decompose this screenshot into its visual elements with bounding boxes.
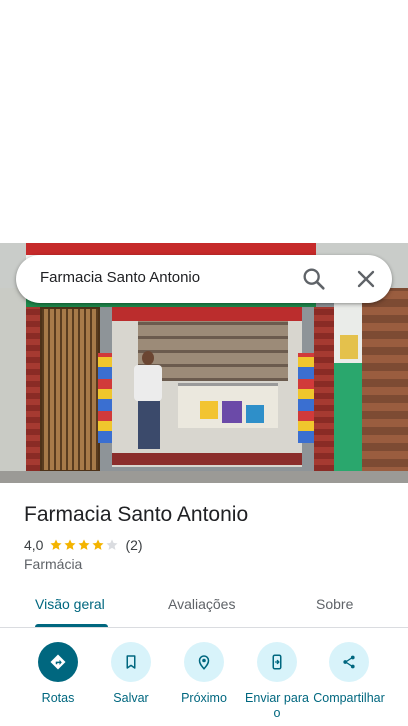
nearby-icon — [184, 642, 224, 682]
search-bar[interactable]: Farmacia Santo Antonio — [16, 255, 392, 303]
share-label: Compartilhar — [313, 691, 385, 705]
share-button[interactable]: Compartilhar — [309, 642, 389, 706]
directions-icon — [38, 642, 78, 682]
bookmark-icon — [111, 642, 151, 682]
place-title: Farmacia Santo Antonio — [24, 503, 249, 526]
nearby-label: Próximo — [181, 691, 227, 705]
search-icon[interactable] — [300, 265, 328, 293]
save-label: Salvar — [113, 691, 149, 705]
search-input[interactable]: Farmacia Santo Antonio — [40, 269, 200, 286]
save-button[interactable]: Salvar — [91, 642, 171, 706]
star-filled-icon — [78, 539, 91, 550]
directions-label: Rotas — [41, 691, 75, 705]
review-count: (2) — [125, 537, 143, 553]
rating-value: 4,0 — [24, 537, 44, 553]
tab-overview[interactable]: Visão geral — [35, 596, 105, 612]
metal-gate — [40, 307, 100, 472]
close-icon[interactable] — [352, 265, 380, 293]
share-icon — [329, 642, 369, 682]
nearby-button[interactable]: Próximo — [164, 642, 244, 706]
send-to-phone-button[interactable]: Enviar para o — [237, 642, 317, 721]
directions-button[interactable]: Rotas — [18, 642, 98, 706]
action-bar: Rotas Salvar Próximo Enviar para o Compa… — [0, 640, 408, 726]
star-empty-icon — [106, 539, 119, 550]
map-blank-area — [0, 0, 408, 243]
send-to-phone-icon — [257, 642, 297, 682]
send-to-phone-label: Enviar para o — [245, 691, 309, 720]
rating-row[interactable]: 4,0 (2) — [24, 536, 143, 554]
tab-reviews[interactable]: Avaliações — [168, 596, 235, 612]
star-rating — [49, 538, 119, 552]
person — [142, 351, 154, 365]
active-tab-indicator — [35, 624, 108, 627]
star-filled-icon — [64, 539, 77, 550]
tab-about[interactable]: Sobre — [316, 596, 353, 612]
star-filled-icon — [92, 539, 105, 550]
place-tabs: Visão geral Avaliações Sobre — [0, 590, 408, 628]
place-category: Farmácia — [24, 556, 83, 572]
star-filled-icon — [50, 539, 63, 550]
